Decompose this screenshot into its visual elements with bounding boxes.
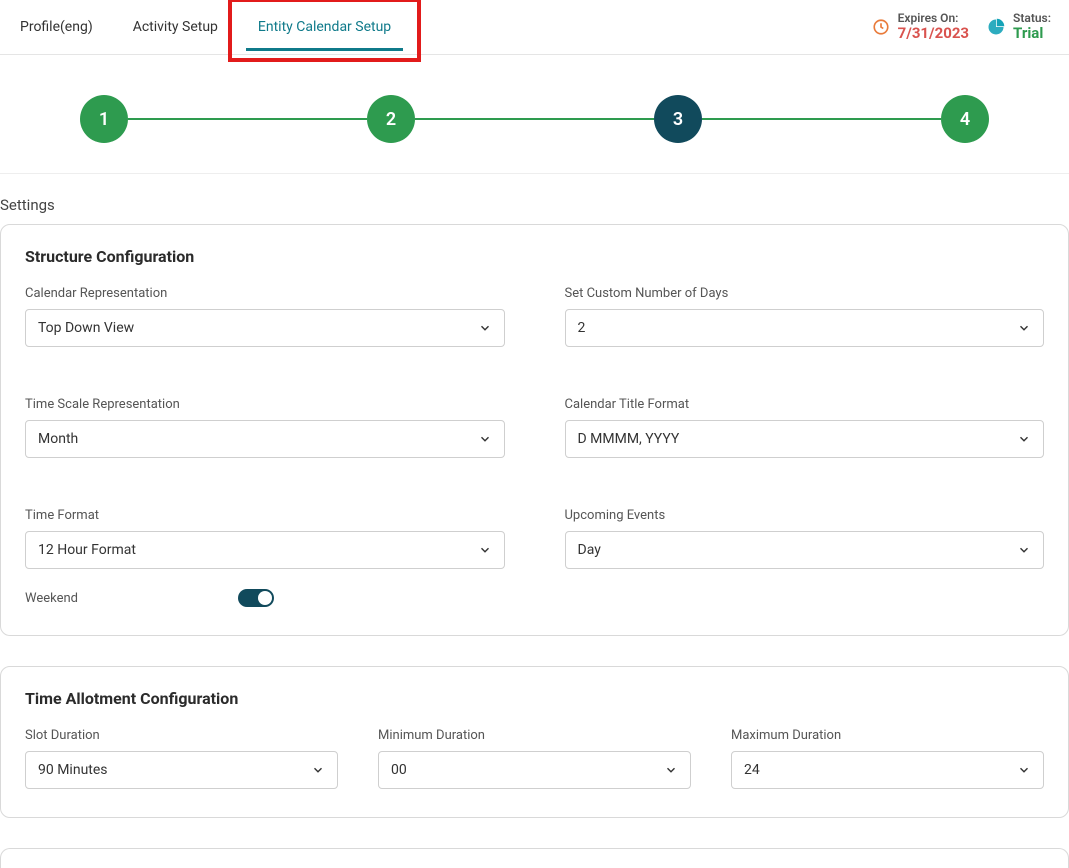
tab-profile-label: Profile(eng)	[20, 19, 93, 35]
step-1[interactable]: 1	[80, 95, 128, 143]
timescale-label: Time Scale Representation	[25, 397, 505, 412]
chevron-down-icon	[478, 543, 492, 557]
time-format-label: Time Format	[25, 508, 505, 523]
min-value: 00	[391, 762, 407, 778]
weekend-row: Weekend	[25, 589, 1044, 607]
calendar-rep-select[interactable]: Top Down View	[25, 309, 505, 347]
chevron-down-icon	[1017, 543, 1031, 557]
title-format-label: Calendar Title Format	[565, 397, 1045, 412]
tab-entity-calendar-setup[interactable]: Entity Calendar Setup	[238, 0, 411, 55]
title-format-select[interactable]: D MMMM, YYYY	[565, 420, 1045, 458]
time-allotment-card: Time Allotment Configuration Slot Durati…	[0, 666, 1069, 818]
custom-days-label: Set Custom Number of Days	[565, 286, 1045, 301]
weekend-label: Weekend	[25, 591, 78, 606]
chevron-down-icon	[1017, 763, 1031, 777]
calendar-rep-value: Top Down View	[38, 320, 134, 336]
field-timescale: Time Scale Representation Month	[25, 397, 505, 458]
step-3-current[interactable]: 3	[654, 95, 702, 143]
clock-icon	[872, 18, 890, 36]
slot-label: Slot Duration	[25, 728, 338, 743]
chevron-down-icon	[311, 763, 325, 777]
pie-icon	[987, 18, 1005, 36]
max-value: 24	[744, 762, 760, 778]
structure-card-title: Structure Configuration	[25, 247, 1044, 266]
field-title-format: Calendar Title Format D MMMM, YYYY	[565, 397, 1045, 458]
step-line	[702, 118, 941, 120]
tab-activity-setup[interactable]: Activity Setup	[113, 0, 238, 55]
chevron-down-icon	[478, 321, 492, 335]
upcoming-value: Day	[578, 542, 601, 558]
chevron-down-icon	[664, 763, 678, 777]
field-upcoming: Upcoming Events Day	[565, 508, 1045, 569]
field-time-format: Time Format 12 Hour Format	[25, 508, 505, 569]
field-slot-duration: Slot Duration 90 Minutes	[25, 728, 338, 789]
chevron-down-icon	[1017, 321, 1031, 335]
step-line	[128, 118, 367, 120]
field-max-duration: Maximum Duration 24	[731, 728, 1044, 789]
next-card-peek	[0, 848, 1069, 868]
top-nav: Profile(eng) Activity Setup Entity Calen…	[0, 0, 1069, 55]
step-4[interactable]: 4	[941, 95, 989, 143]
custom-days-select[interactable]: 2	[565, 309, 1045, 347]
structure-config-card: Structure Configuration Calendar Represe…	[0, 224, 1069, 636]
step-2[interactable]: 2	[367, 95, 415, 143]
timescale-value: Month	[38, 431, 78, 447]
upcoming-select[interactable]: Day	[565, 531, 1045, 569]
step-4-label: 4	[960, 109, 970, 130]
calendar-rep-label: Calendar Representation	[25, 286, 505, 301]
step-2-label: 2	[386, 109, 396, 130]
expires-value: 7/31/2023	[898, 25, 969, 42]
step-line	[415, 118, 654, 120]
slot-value: 90 Minutes	[38, 762, 108, 778]
field-calendar-representation: Calendar Representation Top Down View	[25, 286, 505, 347]
custom-days-value: 2	[578, 320, 586, 336]
status-value: Trial	[1013, 25, 1051, 42]
max-label: Maximum Duration	[731, 728, 1044, 743]
time-format-value: 12 Hour Format	[38, 542, 136, 558]
settings-heading: Settings	[0, 174, 1069, 224]
tab-activity-label: Activity Setup	[133, 19, 218, 35]
field-custom-days: Set Custom Number of Days 2	[565, 286, 1045, 347]
field-min-duration: Minimum Duration 00	[378, 728, 691, 789]
chevron-down-icon	[1017, 432, 1031, 446]
chevron-down-icon	[478, 432, 492, 446]
tab-entity-label: Entity Calendar Setup	[258, 19, 391, 35]
time-format-select[interactable]: 12 Hour Format	[25, 531, 505, 569]
expires-block: Expires On: 7/31/2023	[872, 12, 969, 42]
step-3-label: 3	[673, 109, 683, 130]
status-info-block: Status: Trial	[987, 12, 1051, 42]
upcoming-label: Upcoming Events	[565, 508, 1045, 523]
weekend-toggle[interactable]	[238, 589, 274, 607]
min-label: Minimum Duration	[378, 728, 691, 743]
stepper: 1 2 3 4	[0, 55, 1069, 174]
timescale-select[interactable]: Month	[25, 420, 505, 458]
step-1-label: 1	[99, 109, 109, 130]
allotment-card-title: Time Allotment Configuration	[25, 689, 1044, 708]
tab-profile[interactable]: Profile(eng)	[0, 0, 113, 55]
title-format-value: D MMMM, YYYY	[578, 431, 680, 447]
